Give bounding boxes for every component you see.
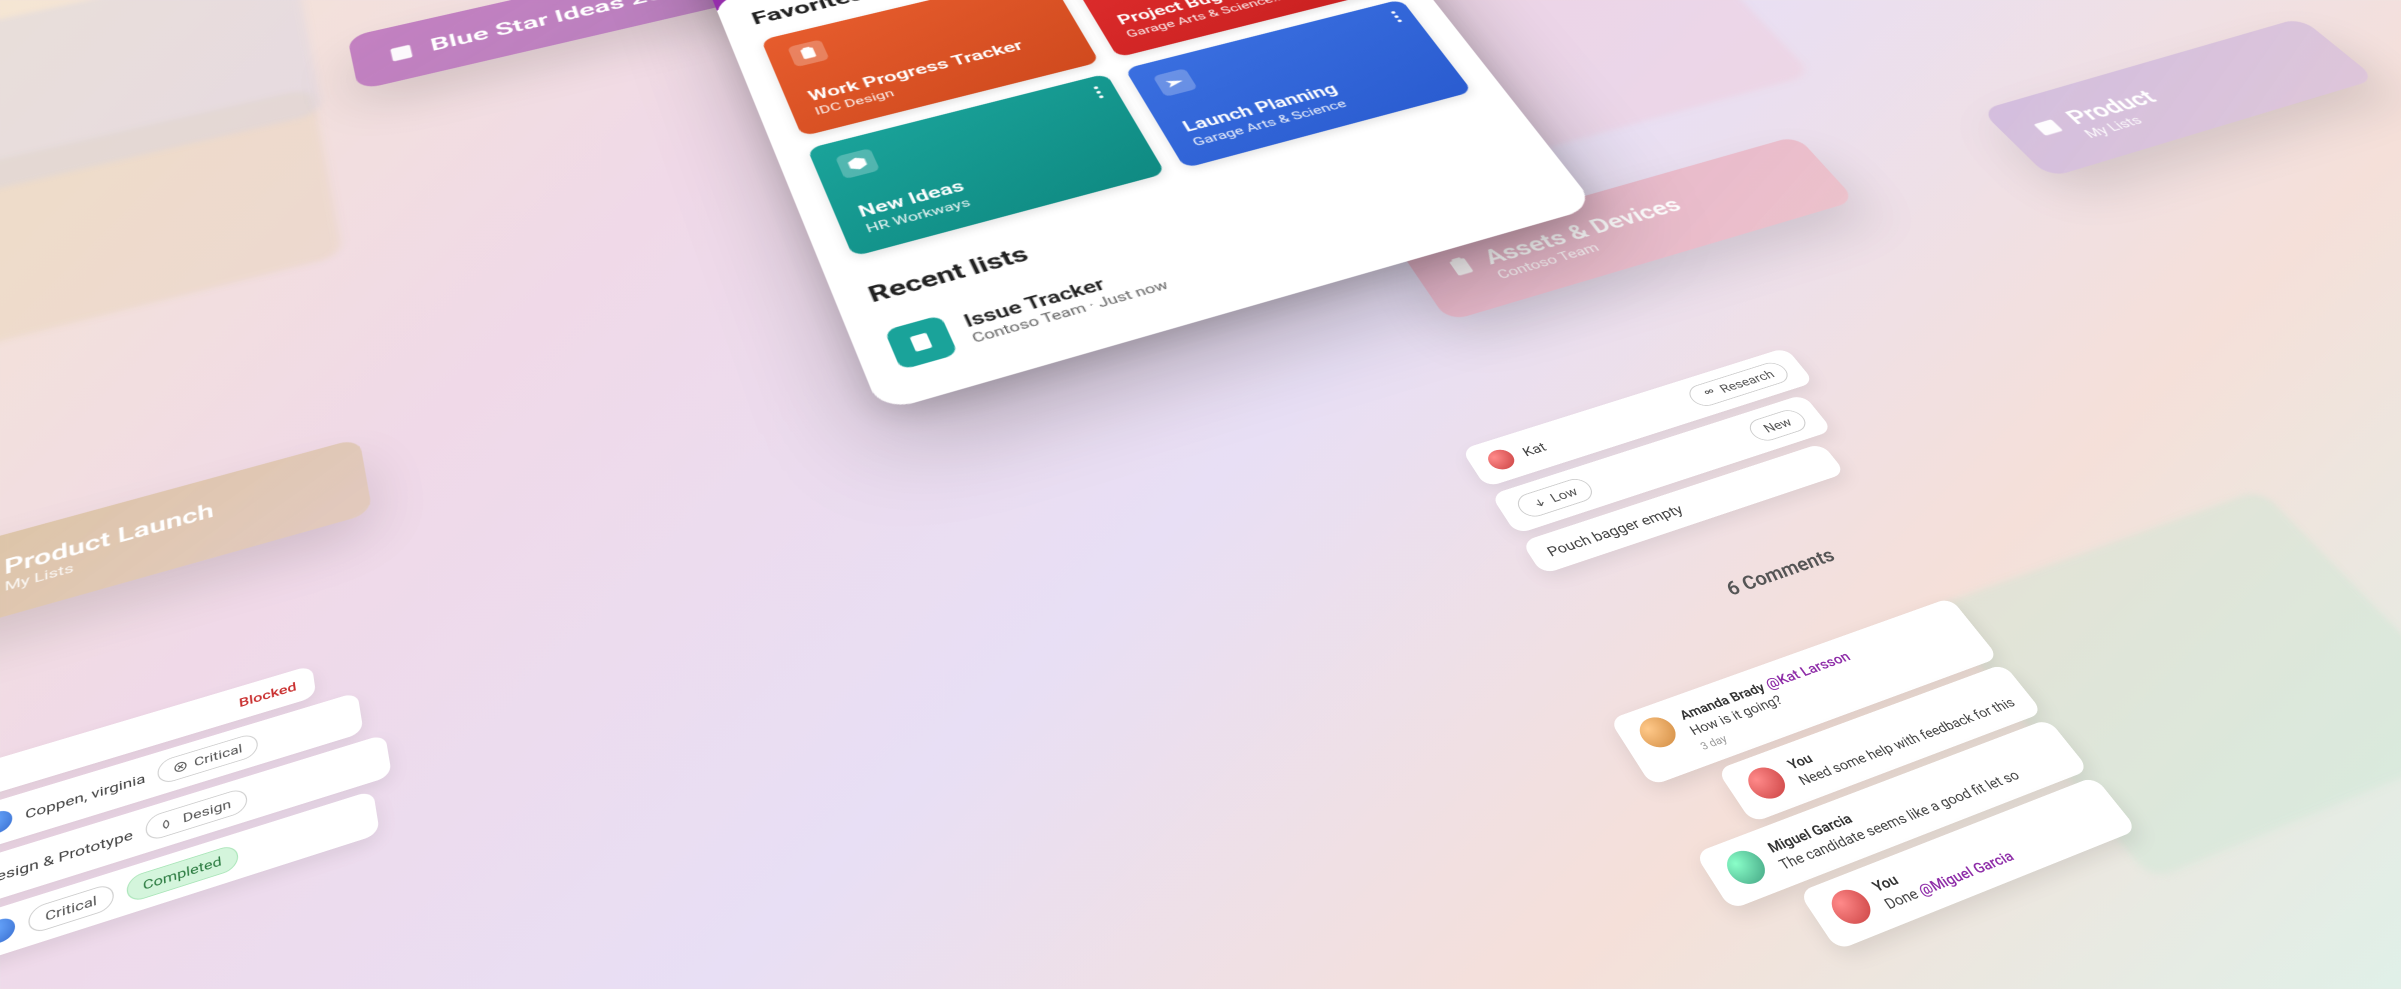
list-icon (385, 41, 418, 64)
panel-product-launch[interactable]: Product Launch My Lists (0, 438, 373, 640)
avatar (0, 808, 13, 838)
avatar (1741, 763, 1792, 803)
panel-product[interactable]: Product My Lists (1980, 18, 2376, 178)
cube-icon (835, 148, 880, 179)
phone-mockup: Blue Star Ideas 20 ••• 10:28 Home Favori… (680, 0, 1597, 412)
person-name: Kat (1519, 439, 1549, 459)
list-icon (884, 315, 958, 370)
panel-title: Blue Star Ideas 20 (428, 0, 666, 55)
chip-critical[interactable]: Critical (28, 882, 114, 935)
clipboard-icon (787, 39, 829, 67)
avatar (1484, 447, 1519, 473)
avatar (1633, 713, 1682, 752)
chip-low[interactable]: Low (1513, 476, 1598, 521)
clipboard-icon (1442, 254, 1481, 280)
card-more-button[interactable] (1391, 11, 1403, 23)
left-list-rows: Blocked Coppen, virginia Critical Design… (0, 648, 401, 967)
chip-new[interactable]: New (1744, 407, 1811, 444)
right-list-rows: Kat Research Low New Pouch bagger empty (1461, 347, 1880, 574)
avatar (0, 915, 15, 947)
avatar (1720, 846, 1772, 889)
calendar-icon (2027, 115, 2068, 139)
home-content: Favorites Work Progress Tracker IDC Desi… (713, 0, 1597, 412)
plane-icon (1153, 68, 1198, 97)
card-more-button[interactable] (1093, 86, 1104, 99)
comments-count: 6 Comments (1722, 546, 1841, 601)
avatar (1824, 885, 1878, 929)
status-blocked: Blocked (238, 679, 297, 710)
